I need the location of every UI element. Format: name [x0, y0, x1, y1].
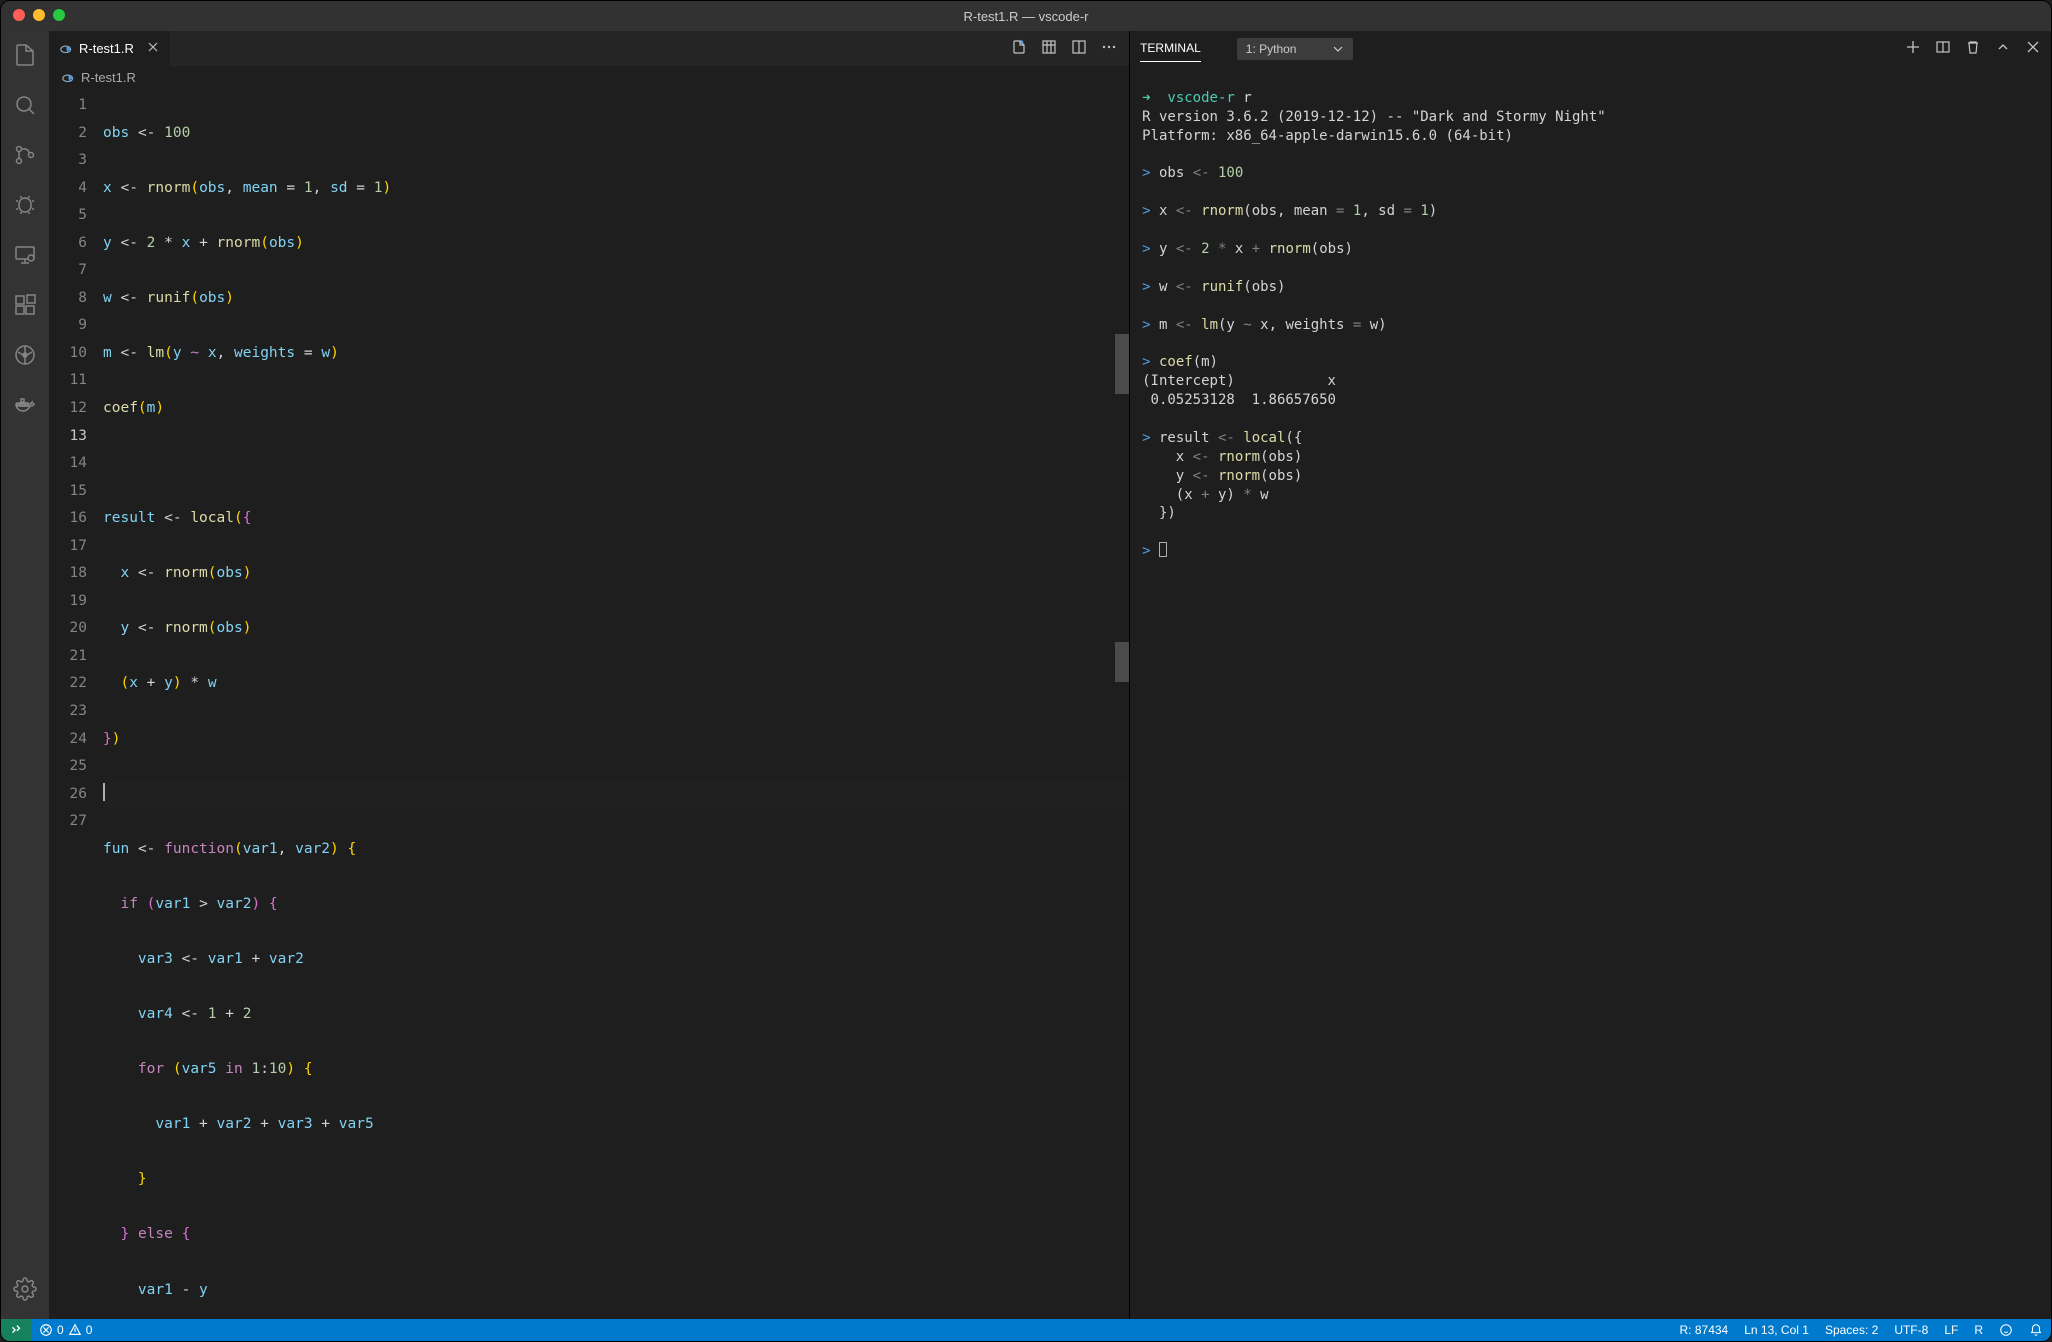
- explorer-icon[interactable]: [1, 39, 49, 71]
- terminal-content[interactable]: ➜ vscode-r r R version 3.6.2 (2019-12-12…: [1130, 66, 2051, 1319]
- indent-status[interactable]: Spaces: 2: [1817, 1319, 1886, 1341]
- error-icon: [39, 1323, 53, 1337]
- app-window: R-test1.R — vscode-r: [0, 0, 2052, 1342]
- terminal-pane: TERMINAL 1: Python: [1130, 31, 2051, 1319]
- chevron-down-icon: [1332, 43, 1344, 55]
- close-window-button[interactable]: [13, 9, 25, 21]
- r-file-icon: [61, 70, 75, 84]
- r-file-icon: [59, 42, 73, 56]
- eol-status[interactable]: LF: [1936, 1319, 1966, 1341]
- split-terminal-icon[interactable]: [1935, 39, 1951, 58]
- minimize-window-button[interactable]: [33, 9, 45, 21]
- notifications-icon[interactable]: [2021, 1319, 2051, 1341]
- code-editor[interactable]: 1234567 8910111213 14151617181920 212223…: [49, 88, 1129, 1319]
- code-content[interactable]: obs <- 100 x <- rnorm(obs, mean = 1, sd …: [103, 88, 1129, 1319]
- close-icon[interactable]: [146, 40, 160, 57]
- debug-icon[interactable]: [1, 189, 49, 221]
- maximize-panel-icon[interactable]: [1995, 39, 2011, 58]
- panel-tab-terminal[interactable]: TERMINAL: [1140, 35, 1201, 62]
- r-status[interactable]: R: 87434: [1672, 1319, 1737, 1341]
- git-graph-icon[interactable]: [1, 339, 49, 371]
- remote-indicator[interactable]: [1, 1319, 31, 1341]
- preview-dataframe-icon[interactable]: [1041, 39, 1057, 58]
- new-terminal-icon[interactable]: [1905, 39, 1921, 58]
- close-panel-icon[interactable]: [2025, 39, 2041, 58]
- problems-status[interactable]: 0 0: [31, 1319, 100, 1341]
- overview-ruler[interactable]: [1115, 88, 1129, 1319]
- breadcrumb-file[interactable]: R-test1.R: [81, 70, 136, 85]
- window-title: R-test1.R — vscode-r: [964, 9, 1089, 24]
- extensions-icon[interactable]: [1, 289, 49, 321]
- kill-terminal-icon[interactable]: [1965, 39, 1981, 58]
- activity-bar: [1, 31, 49, 1319]
- encoding-status[interactable]: UTF-8: [1886, 1319, 1936, 1341]
- settings-gear-icon[interactable]: [1, 1273, 49, 1305]
- maximize-window-button[interactable]: [53, 9, 65, 21]
- source-control-icon[interactable]: [1, 139, 49, 171]
- warning-icon: [68, 1323, 82, 1337]
- tab-r-test1[interactable]: R-test1.R: [49, 31, 171, 66]
- remote-explorer-icon[interactable]: [1, 239, 49, 271]
- language-mode[interactable]: R: [1966, 1319, 1991, 1341]
- cursor-position[interactable]: Ln 13, Col 1: [1736, 1319, 1817, 1341]
- more-actions-icon[interactable]: [1101, 39, 1117, 58]
- tab-label: R-test1.R: [79, 41, 134, 56]
- status-bar: 0 0 R: 87434 Ln 13, Col 1 Spaces: 2 UTF-…: [1, 1319, 2051, 1341]
- feedback-icon[interactable]: [1991, 1319, 2021, 1341]
- titlebar[interactable]: R-test1.R — vscode-r: [1, 1, 2051, 31]
- search-icon[interactable]: [1, 89, 49, 121]
- split-editor-icon[interactable]: [1071, 39, 1087, 58]
- terminal-selector-label: 1: Python: [1246, 42, 1297, 56]
- docker-icon[interactable]: [1, 389, 49, 421]
- run-source-icon[interactable]: [1011, 39, 1027, 58]
- editor-pane: R-test1.R R-test: [49, 31, 1130, 1319]
- window-controls: [13, 9, 65, 21]
- breadcrumbs[interactable]: R-test1.R: [49, 66, 1129, 88]
- line-number-gutter: 1234567 8910111213 14151617181920 212223…: [49, 88, 103, 1319]
- terminal-selector[interactable]: 1: Python: [1237, 38, 1354, 60]
